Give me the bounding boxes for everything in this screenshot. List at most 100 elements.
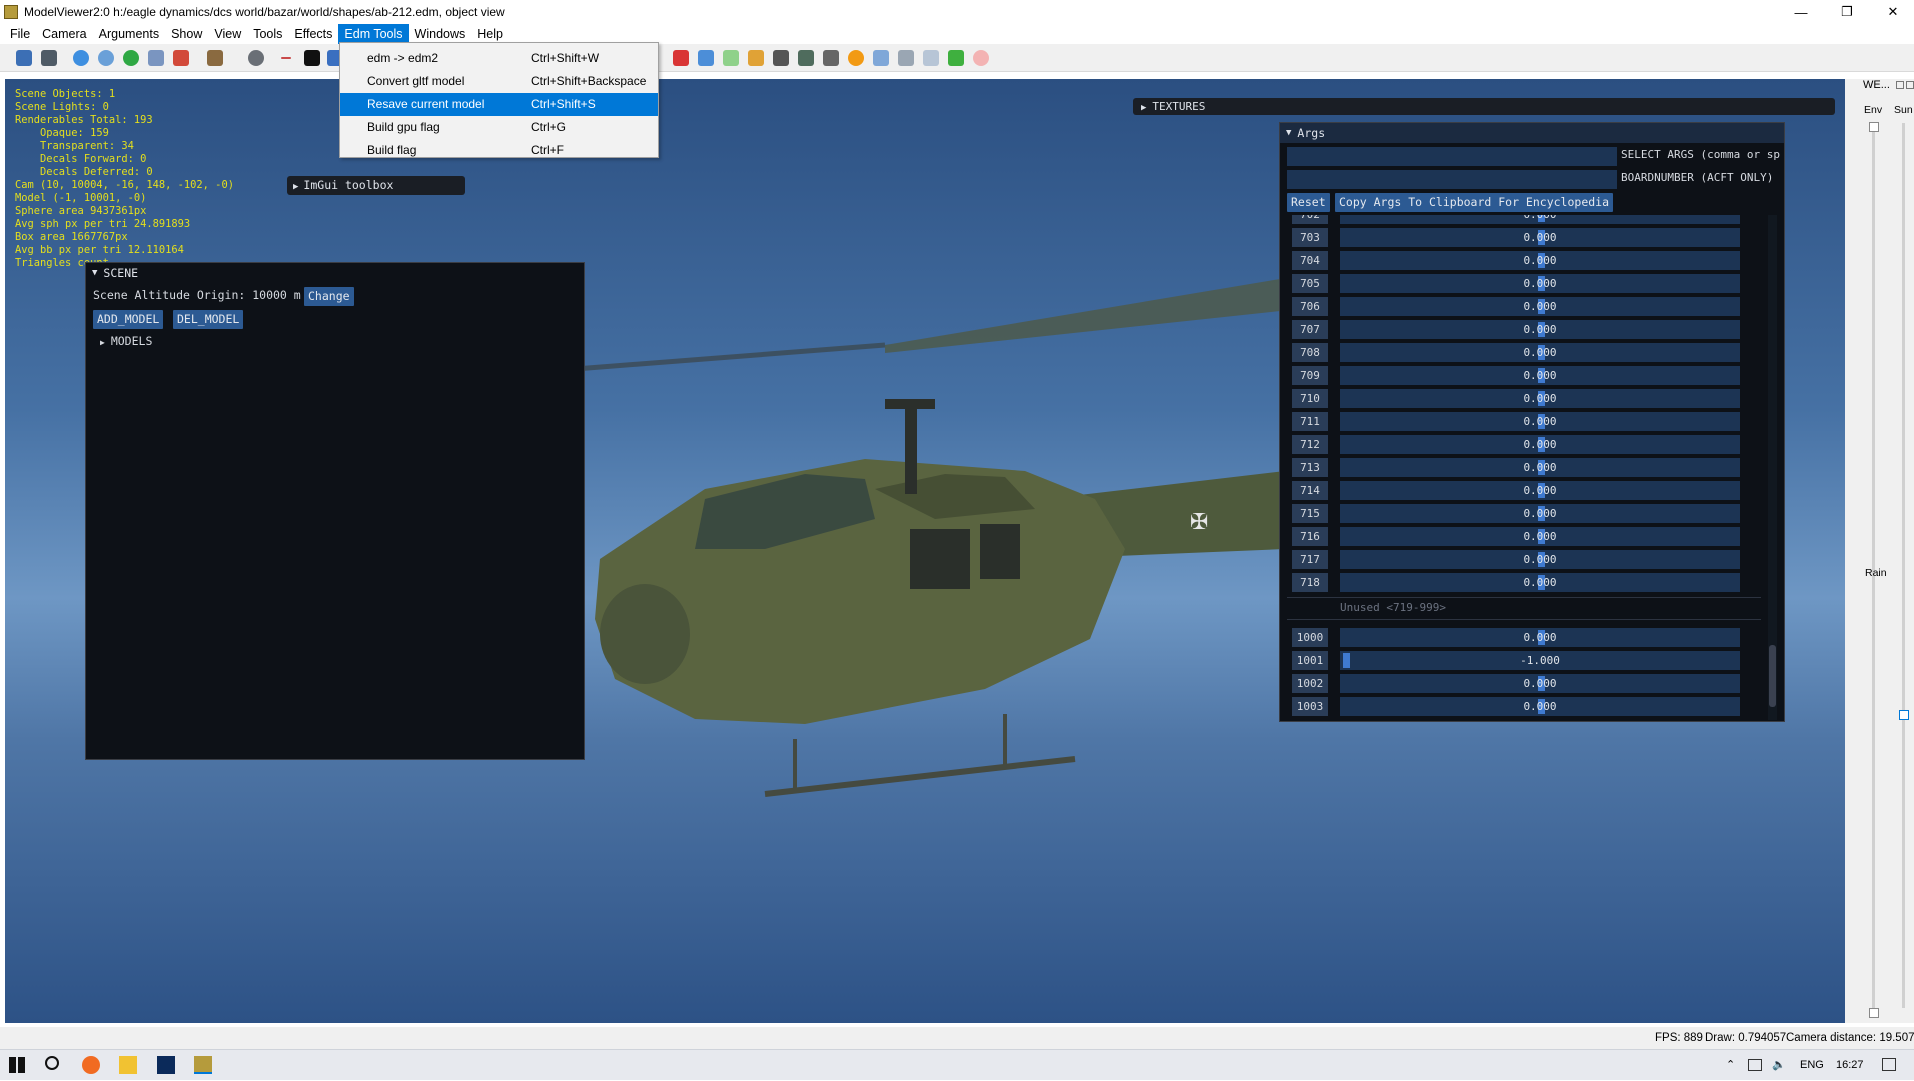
arg-slider[interactable]: 0.000 (1340, 297, 1740, 316)
grid-black-icon[interactable] (304, 50, 320, 66)
env-slider-track[interactable] (1872, 123, 1875, 1008)
chart-icon[interactable] (748, 50, 764, 66)
axes-icon[interactable] (173, 50, 189, 66)
restore-icon[interactable] (1896, 81, 1904, 89)
menu-view[interactable]: View (208, 24, 247, 44)
collapse-arrow-icon[interactable]: ▼ (92, 268, 97, 278)
camera-icon[interactable] (41, 50, 57, 66)
textures-panel-header[interactable]: ▶ TEXTURES (1133, 98, 1835, 115)
close-button[interactable]: ✕ (1870, 0, 1914, 24)
args-scrollbar-thumb[interactable] (1769, 645, 1776, 707)
models-tree-node[interactable]: ▶ MODELS (100, 334, 152, 348)
box-icon[interactable] (207, 50, 223, 66)
args-list[interactable]: 702 0.000 703 0.000 704 0.000 705 0.000 706 0.000… (1280, 215, 1770, 720)
clock[interactable]: 16:27 (1836, 1050, 1864, 1081)
network-icon[interactable] (1748, 1059, 1762, 1071)
collapse-arrow-icon[interactable]: ▼ (1286, 128, 1291, 138)
arg-slider[interactable]: 0.000 (1340, 550, 1740, 569)
arg-slider[interactable]: 0.000 (1340, 674, 1740, 693)
menu-file[interactable]: File (4, 24, 36, 44)
args-window-header[interactable]: ▼ Args (1280, 123, 1784, 143)
photoshop-icon[interactable] (157, 1056, 175, 1074)
search-icon[interactable] (45, 1056, 59, 1070)
refresh-icon[interactable] (98, 50, 114, 66)
arg-slider[interactable]: 0.000 (1340, 228, 1740, 247)
change-altitude-button[interactable]: Change (304, 287, 354, 306)
firefox-icon[interactable] (82, 1056, 100, 1074)
env-slider-handle[interactable] (1869, 122, 1879, 132)
grid-icon[interactable] (923, 50, 939, 66)
arg-slider[interactable]: 0.000 (1340, 458, 1740, 477)
minimize-button[interactable]: — (1778, 0, 1824, 24)
bone-icon[interactable] (773, 50, 789, 66)
arg-slider[interactable]: 0.000 (1340, 435, 1740, 454)
scene-window-header[interactable]: ▼ SCENE (86, 263, 584, 283)
menu-show[interactable]: Show (165, 24, 208, 44)
menu-camera[interactable]: Camera (36, 24, 92, 44)
car-icon[interactable] (823, 50, 839, 66)
save-icon[interactable] (16, 50, 32, 66)
arg-slider[interactable]: 0.000 (1340, 504, 1740, 523)
arg-slider[interactable]: 0.000 (1340, 628, 1740, 647)
arg-slider[interactable]: 0.000 (1340, 251, 1740, 270)
menu-help[interactable]: Help (471, 24, 509, 44)
figure-icon[interactable] (798, 50, 814, 66)
crosshair-icon[interactable] (281, 57, 291, 59)
notifications-icon[interactable] (1882, 1058, 1896, 1071)
record-icon[interactable] (973, 50, 989, 66)
copy-args-button[interactable]: Copy Args To Clipboard For Encyclopedia (1335, 193, 1614, 212)
tray-chevron-icon[interactable]: ⌃ (1726, 1050, 1735, 1081)
arg-slider[interactable]: 0.000 (1340, 527, 1740, 546)
3d-viewport[interactable]: ✠ Scene Objects: 1 Scene Lights: 0 Rende… (5, 79, 1845, 1023)
dots-grid-icon[interactable] (948, 50, 964, 66)
arg-slider[interactable]: 0.000 (1340, 343, 1740, 362)
red-cube-icon[interactable] (673, 50, 689, 66)
menu-item[interactable]: Convert gltf model Ctrl+Shift+Backspace (340, 70, 658, 93)
light-icon[interactable] (248, 50, 264, 66)
sun-slider-handle[interactable] (1899, 710, 1909, 720)
arg-slider[interactable]: -1.000 (1340, 651, 1740, 670)
modelviewer-taskbar-icon[interactable] (194, 1056, 212, 1074)
menu-effects[interactable]: Effects (288, 24, 338, 44)
del-model-button[interactable]: DEL_MODEL (173, 310, 244, 329)
skeleton-icon[interactable] (873, 50, 889, 66)
menu-tools[interactable]: Tools (247, 24, 288, 44)
menu-item[interactable]: Build flag Ctrl+F (340, 139, 658, 162)
globe-icon[interactable] (73, 50, 89, 66)
arg-slider[interactable]: 0.000 (1340, 697, 1740, 716)
menu-item[interactable]: Build gpu flag Ctrl+G (340, 116, 658, 139)
arg-slider[interactable]: 0.000 (1340, 573, 1740, 592)
reload-icon[interactable] (123, 50, 139, 66)
arg-slider[interactable]: 0.000 (1340, 389, 1740, 408)
env-slider-bottom-handle[interactable] (1869, 1008, 1879, 1018)
arg-slider[interactable]: 0.000 (1340, 274, 1740, 293)
imgui-toolbox-header[interactable]: ▶ ImGui toolbox (287, 176, 465, 195)
select-args-input[interactable] (1287, 147, 1617, 166)
args-scrollbar-track[interactable] (1768, 215, 1777, 720)
edit-icon[interactable] (898, 50, 914, 66)
sun-slider-track[interactable] (1902, 123, 1905, 1008)
maximize-button[interactable]: ❐ (1824, 0, 1870, 24)
volume-icon[interactable]: 🔈 (1772, 1050, 1786, 1081)
reset-button[interactable]: Reset (1287, 193, 1330, 212)
language-indicator[interactable]: ENG (1800, 1050, 1824, 1081)
boardnumber-input[interactable] (1287, 170, 1617, 189)
menu-item[interactable]: edm -> edm2 Ctrl+Shift+W (340, 47, 658, 70)
menu-item[interactable]: Resave current model Ctrl+Shift+S (340, 93, 658, 116)
menu-edm-tools[interactable]: Edm Tools (338, 24, 409, 44)
menu-windows[interactable]: Windows (409, 24, 472, 44)
file-explorer-icon[interactable] (119, 1056, 137, 1074)
arg-slider[interactable]: 0.000 (1340, 320, 1740, 339)
arg-slider-grab[interactable] (1343, 653, 1350, 668)
blue-cube-icon[interactable] (698, 50, 714, 66)
menu-arguments[interactable]: Arguments (93, 24, 165, 44)
arg-slider[interactable]: 0.000 (1340, 215, 1740, 224)
arg-slider[interactable]: 0.000 (1340, 366, 1740, 385)
add-model-button[interactable]: ADD_MODEL (93, 310, 164, 329)
green-cube-icon[interactable] (723, 50, 739, 66)
arg-slider[interactable]: 0.000 (1340, 412, 1740, 431)
close-icon[interactable] (1906, 81, 1914, 89)
windows-start-icon[interactable] (9, 1057, 25, 1073)
texture-icon[interactable] (148, 50, 164, 66)
arg-slider[interactable]: 0.000 (1340, 481, 1740, 500)
